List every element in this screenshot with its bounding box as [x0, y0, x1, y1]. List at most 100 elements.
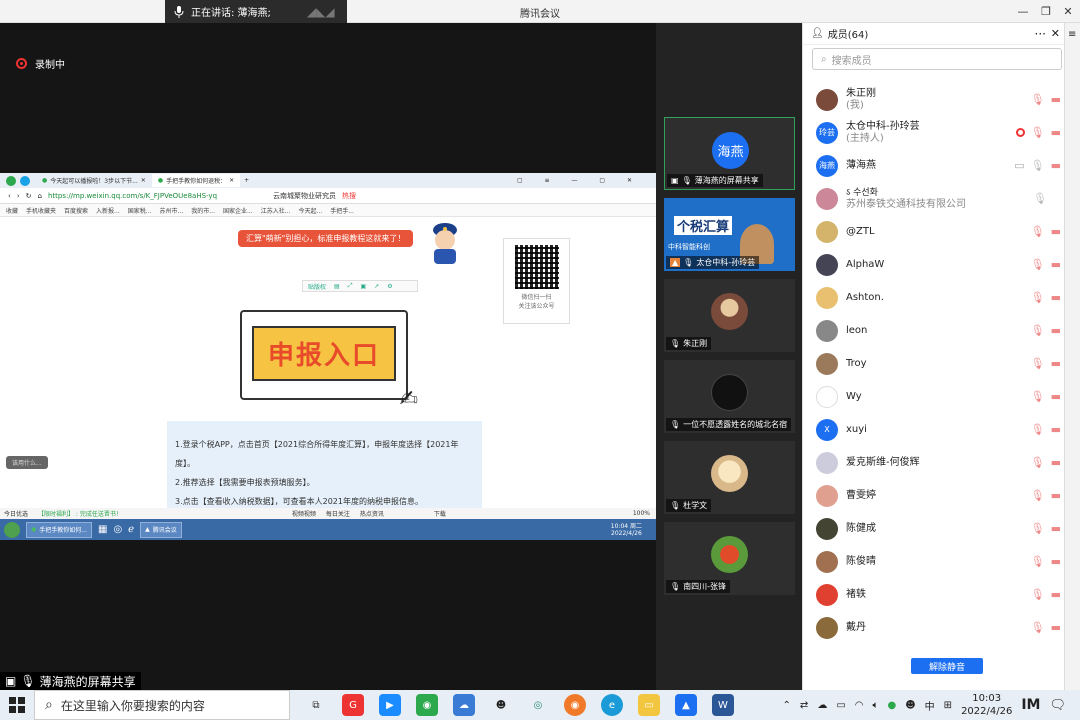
network-share-icon[interactable]: ⇄	[800, 700, 808, 711]
new-tab-icon[interactable]: +	[244, 177, 249, 184]
member-row[interactable]: @ZTL 🎙︎ ▬	[803, 215, 1065, 248]
toolbar-icon[interactable]: ▣	[361, 283, 367, 290]
tencent-meeting-icon[interactable]: ▲	[675, 694, 697, 716]
restore-icon[interactable]: ❐	[1038, 3, 1054, 19]
menu-icon[interactable]: ≡	[1068, 29, 1076, 40]
app-circle-icon[interactable]: ◎	[527, 694, 549, 716]
video-tile[interactable]: 🎙︎ 南四川-张锋	[664, 522, 795, 595]
inner-taskbar-button[interactable]: ▲ 腾讯会议	[140, 521, 182, 538]
toolbar-icon[interactable]: ⚙	[387, 283, 392, 290]
refresh-icon[interactable]: ↻	[26, 192, 32, 200]
qq-icon[interactable]: ☻	[490, 694, 512, 716]
chrome-icon[interactable]: ◎	[113, 524, 122, 535]
toolbar-icon[interactable]: ⤢	[348, 282, 353, 290]
member-row[interactable]: 褚轶 🎙︎ ▬	[803, 578, 1065, 611]
home-icon[interactable]: ⌂	[38, 192, 42, 200]
close-icon[interactable]: ✕	[1060, 3, 1076, 19]
members-title: 成员(64)	[827, 30, 869, 41]
side-strip: ≡	[1064, 23, 1080, 690]
member-row[interactable]: 陈健成 🎙︎ ▬	[803, 512, 1065, 545]
member-row[interactable]: 玲芸 太仓中科-孙玲芸 (主持人) 🎙︎ ▬	[803, 116, 1065, 149]
member-row[interactable]: Troy 🎙︎ ▬	[803, 347, 1065, 380]
member-row[interactable]: leon 🎙︎ ▬	[803, 314, 1065, 347]
bookmark-item[interactable]: 手机收藏夹	[26, 206, 56, 215]
app-blue-icon[interactable]: ▶	[379, 694, 401, 716]
app-red-icon[interactable]: G	[342, 694, 364, 716]
cloud-icon[interactable]: ☁	[817, 700, 827, 711]
toolbar-icon[interactable]: ↗	[374, 283, 379, 290]
notification-icon[interactable]: 🗨︎	[1049, 698, 1066, 713]
member-row[interactable]: ऽ 수선화 苏州泰铁交通科技有限公司 🎙︎	[803, 182, 1065, 215]
close-icon[interactable]: ✕	[1051, 27, 1060, 40]
camera-off-icon: ▬	[1050, 621, 1061, 634]
members-panel: 👤︎ 成员(64) ··· ✕ ⌕ 搜索成员 朱正刚 (我) 🎙︎ ▬ 玲芸 太仓中科-孙…	[802, 23, 1064, 690]
toolbar-icon[interactable]: ▤	[334, 283, 340, 290]
avatar	[711, 455, 748, 492]
tab-close-icon[interactable]: ✕	[229, 177, 234, 184]
tab-close-icon[interactable]: ✕	[141, 177, 146, 184]
member-row[interactable]: 陈俊晴 🎙︎ ▬	[803, 545, 1065, 578]
inner-start-icon[interactable]	[4, 521, 20, 538]
member-search-input[interactable]: ⌕ 搜索成员	[812, 48, 1062, 70]
ie-icon[interactable]: ℯ	[128, 524, 134, 535]
bookmark-item[interactable]: 收藏	[6, 206, 18, 215]
taskbar-clock[interactable]: 10:03 2022/4/26	[961, 692, 1012, 718]
browser-search-field[interactable]: 云南城聚物业研究员	[273, 191, 336, 201]
wechat-icon[interactable]: ◉	[416, 694, 438, 716]
browser-tab[interactable]: ● 今天起可以播报啦！3步以下节... ✕	[36, 174, 152, 187]
bookmark-item[interactable]: 手把手...	[330, 206, 354, 215]
bookmark-item[interactable]: 今天起...	[298, 206, 322, 215]
bookmark-item[interactable]: 苏州市...	[160, 206, 184, 215]
firefox-icon[interactable]: ◉	[564, 694, 586, 716]
video-tile[interactable]: 🎙︎ 一位不愿透露姓名的城北名宿	[664, 360, 795, 433]
ime-grid-icon[interactable]: ⊞	[944, 700, 952, 711]
bookmark-item[interactable]: 国家税...	[128, 206, 152, 215]
edge-icon[interactable]: e	[601, 694, 623, 716]
app-cloud-icon[interactable]: ☁	[453, 694, 475, 716]
brand-icon[interactable]: IM	[1021, 697, 1040, 713]
bookmark-item[interactable]: 百度搜索	[64, 206, 88, 215]
member-row[interactable]: Ashton. 🎙︎ ▬	[803, 281, 1065, 314]
inner-taskbar-button[interactable]: ◉ 手把手教你如何...	[26, 521, 92, 538]
bookmark-item[interactable]: 入新报...	[96, 206, 120, 215]
member-row[interactable]: 海燕 薄海燕 ▭ 🎙︎ ▬	[803, 149, 1065, 182]
hot-label: 热搜	[342, 191, 357, 200]
member-row[interactable]: AlphaW 🎙︎ ▬	[803, 248, 1065, 281]
back-icon[interactable]: ‹	[8, 192, 11, 200]
word-icon[interactable]: W	[712, 694, 734, 716]
taskbar-search-input[interactable]: ⌕ 在这里输入你要搜索的内容	[34, 690, 290, 720]
member-row[interactable]: 爱克斯维-何俊辉 🎙︎ ▬	[803, 446, 1065, 479]
minimize-icon[interactable]: —	[1015, 3, 1031, 19]
start-button[interactable]	[0, 690, 34, 720]
task-view-icon[interactable]: ⧉	[305, 694, 327, 716]
volume-icon[interactable]: 🔈︎	[873, 700, 879, 711]
member-row[interactable]: Xxuyi 🎙︎ ▬	[803, 413, 1065, 446]
video-tile[interactable]: 个税汇算 中科智能科创 ▲ 🎙︎ 太仓中科-孙玲芸	[664, 198, 795, 271]
unmute-button[interactable]: 解除静音	[911, 658, 983, 674]
more-icon[interactable]: ···	[1035, 27, 1046, 41]
ime-indicator[interactable]: 中	[925, 698, 935, 713]
member-row[interactable]: 曹雯婷 🎙︎ ▬	[803, 479, 1065, 512]
forward-icon[interactable]: ›	[17, 192, 20, 200]
video-tile[interactable]: 🎙︎ 朱正刚	[664, 279, 795, 352]
wifi-icon[interactable]: ◠	[855, 700, 864, 711]
member-row[interactable]: 戴丹 🎙︎ ▬	[803, 611, 1065, 644]
qr-caption: 关注该公众号	[518, 303, 555, 310]
chevron-up-icon[interactable]: ⌃	[783, 700, 791, 711]
member-row[interactable]: Wy 🎙︎ ▬	[803, 380, 1065, 413]
url-field[interactable]: https://mp.weixin.qq.com/s/K_FJPVeOUe8aH…	[48, 192, 217, 200]
video-tile[interactable]: 🎙︎ 杜学文	[664, 441, 795, 514]
video-tile[interactable]: 海燕 ▣ 🎙︎ 薄海燕的屏幕共享	[664, 117, 795, 190]
bookmark-item[interactable]: 我的市...	[191, 206, 215, 215]
tray-penguin-icon[interactable]: ☻	[905, 700, 915, 711]
member-row[interactable]: 朱正刚 (我) 🎙︎ ▬	[803, 83, 1065, 116]
bookmark-item[interactable]: 江苏入社...	[261, 206, 291, 215]
bookmark-item[interactable]: 国家企业...	[223, 206, 253, 215]
police-mascot-icon	[426, 220, 464, 266]
file-explorer-icon[interactable]: ▭	[638, 694, 660, 716]
browser-tab-active[interactable]: ● 手把手教你如何退税： ✕	[151, 174, 241, 187]
switch-tip[interactable]: 该用什么...	[6, 456, 48, 469]
tray-app-icon[interactable]: ●	[888, 700, 897, 711]
folder-icon[interactable]: ▦	[98, 524, 107, 535]
display-icon[interactable]: ▭	[836, 700, 845, 711]
